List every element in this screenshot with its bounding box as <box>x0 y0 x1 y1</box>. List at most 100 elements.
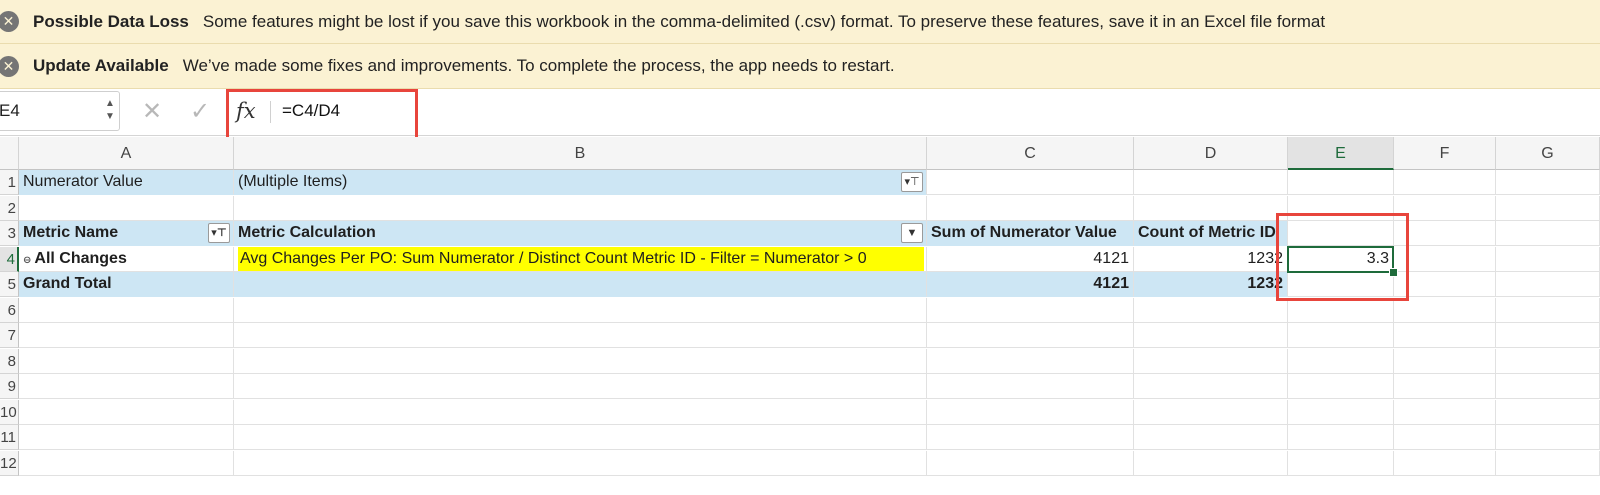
cell[interactable] <box>1134 450 1288 476</box>
cell[interactable] <box>1496 221 1600 246</box>
cell[interactable] <box>1394 246 1496 272</box>
cell[interactable] <box>1134 195 1288 221</box>
cell[interactable] <box>234 348 927 374</box>
cell[interactable] <box>927 348 1134 374</box>
cell[interactable] <box>1496 450 1600 476</box>
cell-a1[interactable]: Numerator Value <box>19 170 234 195</box>
cell[interactable] <box>1288 297 1394 323</box>
cell-d3[interactable]: Count of Metric ID <box>1134 221 1288 246</box>
cell[interactable] <box>19 425 234 450</box>
row-header-10[interactable]: 10 <box>0 399 19 425</box>
cell[interactable] <box>1394 450 1496 476</box>
cell[interactable] <box>1496 297 1600 323</box>
cell[interactable] <box>1496 246 1600 272</box>
enter-formula-button[interactable]: ✓ <box>187 99 213 125</box>
cell[interactable] <box>19 323 234 348</box>
cancel-formula-button[interactable]: ✕ <box>139 99 165 125</box>
column-header-f[interactable]: F <box>1394 137 1496 170</box>
row-header-12[interactable]: 12 <box>0 450 19 476</box>
cell[interactable] <box>1496 425 1600 450</box>
cell[interactable] <box>1134 348 1288 374</box>
close-icon[interactable]: ✕ <box>0 55 19 77</box>
cell-c5[interactable]: 4121 <box>927 272 1134 297</box>
column-header-e[interactable]: E <box>1288 137 1394 170</box>
cell[interactable] <box>1394 323 1496 348</box>
column-header-g[interactable]: G <box>1496 137 1600 170</box>
name-box[interactable]: E4 ▲ ▼ <box>0 91 120 131</box>
column-header-c[interactable]: C <box>927 137 1134 170</box>
cell[interactable] <box>1496 195 1600 221</box>
cell[interactable] <box>1288 399 1394 425</box>
cell[interactable] <box>1288 272 1394 297</box>
cell[interactable] <box>234 195 927 221</box>
cell[interactable] <box>1496 348 1600 374</box>
cell[interactable] <box>1288 195 1394 221</box>
close-icon[interactable]: ✕ <box>0 11 19 32</box>
row-header-3[interactable]: 3 <box>0 221 19 246</box>
cell[interactable] <box>1288 425 1394 450</box>
row-header-8[interactable]: 8 <box>0 348 19 374</box>
cell[interactable] <box>234 450 927 476</box>
cell[interactable] <box>1496 399 1600 425</box>
cell[interactable] <box>234 297 927 323</box>
cell-d4[interactable]: 1232 <box>1134 246 1288 272</box>
select-all-corner[interactable] <box>0 137 19 170</box>
cell[interactable] <box>19 297 234 323</box>
cell[interactable] <box>1134 323 1288 348</box>
cell[interactable] <box>1288 323 1394 348</box>
cell[interactable] <box>927 297 1134 323</box>
cell[interactable] <box>234 399 927 425</box>
cell[interactable] <box>1496 170 1600 195</box>
cell[interactable] <box>19 450 234 476</box>
cell[interactable] <box>19 195 234 221</box>
cell[interactable] <box>927 425 1134 450</box>
cell[interactable] <box>1288 221 1394 246</box>
row-header-1[interactable]: 1 <box>0 170 19 195</box>
cell[interactable] <box>1288 450 1394 476</box>
row-header-7[interactable]: 7 <box>0 323 19 348</box>
cell[interactable] <box>19 348 234 374</box>
cell[interactable] <box>19 399 234 425</box>
cell[interactable] <box>1134 425 1288 450</box>
cell[interactable] <box>1394 425 1496 450</box>
cell-b1[interactable]: (Multiple Items) ▾⊤ <box>234 170 927 195</box>
column-header-a[interactable]: A <box>19 137 234 170</box>
cell-b3[interactable]: Metric Calculation ▼ <box>234 221 927 246</box>
row-header-2[interactable]: 2 <box>0 195 19 221</box>
cell[interactable] <box>1496 272 1600 297</box>
cell-c3[interactable]: Sum of Numerator Value <box>927 221 1134 246</box>
cell[interactable] <box>1496 323 1600 348</box>
filter-icon[interactable]: ▾⊤ <box>901 172 923 192</box>
cell[interactable] <box>1394 272 1496 297</box>
cell[interactable] <box>234 323 927 348</box>
cell[interactable] <box>1394 195 1496 221</box>
collapse-icon[interactable]: ⊖ <box>23 255 31 266</box>
column-header-d[interactable]: D <box>1134 137 1288 170</box>
fx-icon[interactable]: fx <box>236 95 264 127</box>
cell-e4[interactable]: 3.3 <box>1288 246 1394 272</box>
column-header-b[interactable]: B <box>234 137 927 170</box>
stepper-icon[interactable]: ▲ ▼ <box>105 97 115 123</box>
cell[interactable] <box>1394 374 1496 399</box>
fill-handle[interactable] <box>1389 268 1398 277</box>
cell-b5[interactable] <box>234 272 927 297</box>
row-header-4[interactable]: 4 <box>0 246 19 272</box>
cell[interactable] <box>927 450 1134 476</box>
cell[interactable] <box>1394 297 1496 323</box>
cell[interactable] <box>927 374 1134 399</box>
cell[interactable] <box>1394 221 1496 246</box>
cell[interactable] <box>1288 170 1394 195</box>
cell[interactable] <box>1394 348 1496 374</box>
cell[interactable] <box>1134 170 1288 195</box>
cell[interactable] <box>234 374 927 399</box>
cell[interactable] <box>927 323 1134 348</box>
row-header-6[interactable]: 6 <box>0 297 19 323</box>
cell[interactable] <box>1134 297 1288 323</box>
cell[interactable] <box>1288 348 1394 374</box>
cell[interactable] <box>234 425 927 450</box>
filter-icon[interactable]: ▾⊤ <box>208 223 230 243</box>
row-header-11[interactable]: 11 <box>0 425 19 450</box>
cell-c4[interactable]: 4121 <box>927 246 1134 272</box>
row-header-5[interactable]: 5 <box>0 272 19 297</box>
cell[interactable] <box>1394 170 1496 195</box>
